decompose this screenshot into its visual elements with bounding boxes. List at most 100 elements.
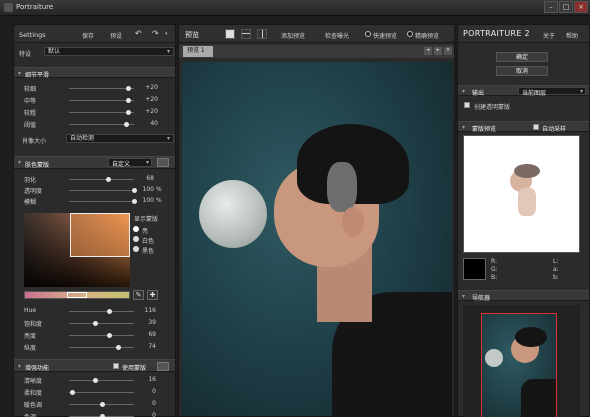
navigator-view[interactable] xyxy=(463,305,580,417)
color-field[interactable] xyxy=(24,213,130,287)
collapse-arrow-icon: ▾ xyxy=(462,293,466,300)
detail-slider-label: 阈值 xyxy=(24,122,37,129)
tab-close-icon[interactable]: × xyxy=(444,47,452,55)
detail-slider-knob[interactable] xyxy=(124,122,130,127)
undo-icon[interactable]: ↶ xyxy=(135,29,142,38)
channel-a: a: xyxy=(553,266,559,273)
add-preview-button[interactable]: 添加预览 xyxy=(281,31,305,40)
hsl-slider-track[interactable] xyxy=(69,333,134,338)
enhance-slider-knob[interactable] xyxy=(93,378,98,383)
split-horizontal-icon[interactable] xyxy=(241,29,251,39)
skin-mode-value: 自定义 xyxy=(112,161,131,168)
enhance-slider-knob[interactable] xyxy=(70,390,76,395)
close-button[interactable]: × xyxy=(574,1,588,13)
skin-slider-row: 透明度 100% xyxy=(14,186,175,195)
redo-dropdown-icon[interactable]: ▾ xyxy=(165,31,168,37)
save-button[interactable]: 保存 xyxy=(82,31,94,40)
collapse-arrow-icon: ▾ xyxy=(18,70,22,77)
enhance-slider-knob[interactable] xyxy=(99,402,105,407)
skin-slider-label: 透明度 xyxy=(24,188,43,195)
radio-black[interactable] xyxy=(133,246,139,252)
single-view-icon[interactable] xyxy=(225,29,235,39)
chevron-down-icon: ▾ xyxy=(145,159,149,166)
output-title: 输出 xyxy=(472,90,485,97)
quick-preview-radio[interactable] xyxy=(365,31,371,37)
check-exposure-button[interactable]: 检查曝光 xyxy=(325,31,349,40)
tab-next-icon[interactable]: ▸ xyxy=(434,47,442,55)
skin-slider-track[interactable] xyxy=(69,199,137,204)
detail-slider-knob[interactable] xyxy=(125,98,131,103)
tab-prev-icon[interactable]: ◂ xyxy=(424,47,432,55)
tab-preview-1-label: 预览 1 xyxy=(187,47,205,54)
detail-slider-track[interactable] xyxy=(69,110,134,115)
split-vertical-icon[interactable] xyxy=(257,29,267,39)
mask-preview-image xyxy=(463,135,580,253)
auto-sample-checkbox[interactable] xyxy=(533,124,539,130)
detail-slider-label: 较粗 xyxy=(24,110,37,117)
skin-slider-track[interactable] xyxy=(69,188,137,193)
hsl-slider-track[interactable] xyxy=(69,309,134,314)
detail-slider-track[interactable] xyxy=(69,122,134,127)
preview-image[interactable] xyxy=(182,62,452,416)
output-select[interactable]: 当前图层 ▾ xyxy=(518,87,586,97)
quick-preview-label: 快速预览 xyxy=(373,33,398,40)
hsl-slider-track[interactable] xyxy=(69,321,134,326)
radio-white[interactable] xyxy=(133,236,139,242)
collapse-arrow-icon: ▾ xyxy=(18,363,22,370)
detail-slider-track[interactable] xyxy=(69,98,134,103)
radio-white-label: 白色 xyxy=(142,238,155,245)
enhance-slider-track[interactable] xyxy=(69,378,134,383)
about-button[interactable]: 关于 xyxy=(543,31,555,40)
mask-preview-header[interactable]: ▾ 蒙版预览 自动采样 xyxy=(458,121,589,133)
tab-preview-1[interactable]: 预览 1 xyxy=(183,46,213,57)
precise-preview-radio[interactable] xyxy=(407,31,413,37)
ok-button[interactable]: 确定 xyxy=(496,52,548,62)
enhance-slider-label: 暖色调 xyxy=(24,402,43,409)
portrait-size-value: 自动检测 xyxy=(70,135,95,142)
skin-slider-knob[interactable] xyxy=(106,177,111,182)
hsl-slider-knob[interactable] xyxy=(107,309,113,314)
redo-icon[interactable]: ↷ xyxy=(152,29,159,38)
eyedropper-plus-icon[interactable]: ✚ xyxy=(147,290,158,300)
hsl-slider-knob[interactable] xyxy=(107,333,113,338)
hsl-slider-knob[interactable] xyxy=(115,345,121,350)
cancel-button[interactable]: 取消 xyxy=(496,66,548,76)
radio-bright[interactable] xyxy=(133,226,139,232)
preset-select[interactable]: 默认 ▾ xyxy=(44,47,174,56)
help-button[interactable]: 帮助 xyxy=(566,31,578,40)
color-selection-box[interactable] xyxy=(70,213,130,257)
navigator-view-rect[interactable] xyxy=(481,313,557,417)
hsl-slider-knob[interactable] xyxy=(93,321,98,326)
skin-mask-header[interactable]: ▾ 肤色蒙版 自定义 ▾ xyxy=(14,156,175,169)
portrait-size-select[interactable]: 自动检测 ▾ xyxy=(66,134,174,143)
hsl-slider-track[interactable] xyxy=(69,345,134,350)
detail-slider-knob[interactable] xyxy=(125,86,131,91)
navigator-header[interactable]: ▾ 导航器 xyxy=(458,290,589,302)
enhance-slider-track[interactable] xyxy=(69,402,134,407)
output-header[interactable]: ▾ 输出 当前图层 ▾ xyxy=(458,85,589,97)
detail-slider-track[interactable] xyxy=(69,86,134,91)
detail-slider-value: +20 xyxy=(145,108,158,115)
eyedropper-button[interactable] xyxy=(157,158,169,167)
enhance-options-button[interactable] xyxy=(157,362,169,371)
enhance-slider-track[interactable] xyxy=(69,390,134,395)
ear-shape xyxy=(342,207,364,237)
preset-button[interactable]: 预设 xyxy=(110,31,122,40)
create-mask-checkbox[interactable] xyxy=(464,102,470,108)
eyedropper-icon[interactable]: ✎ xyxy=(133,290,144,300)
hue-strip[interactable] xyxy=(24,291,130,299)
chevron-down-icon: ▾ xyxy=(579,88,583,95)
hsl-slider-value: 39 xyxy=(148,319,156,326)
use-mask-checkbox[interactable] xyxy=(113,363,119,369)
collapse-arrow-icon: ▾ xyxy=(18,159,22,166)
skin-slider-track[interactable] xyxy=(69,177,134,182)
skin-mode-select[interactable]: 自定义 ▾ xyxy=(108,158,152,168)
hue-range-box[interactable] xyxy=(67,292,87,298)
detail-smoothing-header[interactable]: ▾ 细节平滑 xyxy=(14,67,175,79)
detail-slider-knob[interactable] xyxy=(125,110,131,115)
minimize-button[interactable]: – xyxy=(544,1,558,13)
hsl-slider-value: 74 xyxy=(148,343,156,350)
use-mask-label: 使用蒙版 xyxy=(122,365,147,372)
enhance-header[interactable]: ▾ 增强功能 使用蒙版 xyxy=(14,359,175,372)
maximize-button[interactable]: □ xyxy=(559,1,573,13)
